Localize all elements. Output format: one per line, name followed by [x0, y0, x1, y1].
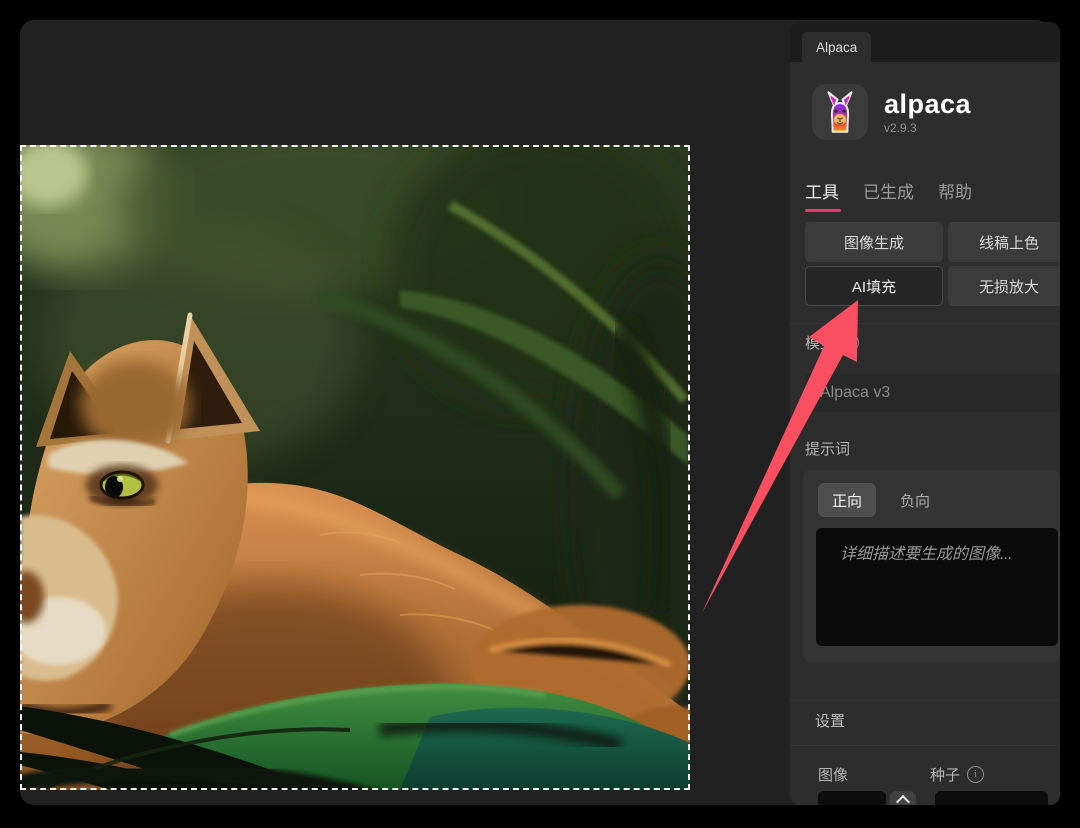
panel-tab-alpaca[interactable]: Alpaca [802, 32, 871, 62]
nav-tab-tools[interactable]: 工具 [805, 178, 839, 212]
button-lineart-coloring[interactable]: 线稿上色 [948, 222, 1060, 262]
section-divider [790, 745, 1060, 746]
seed-label-text: 种子 [930, 764, 960, 785]
app-version: v2.9.3 [884, 121, 971, 135]
active-tab-underline [805, 209, 841, 212]
model-select-value: Alpaca v3 [820, 384, 890, 402]
panel-body: alpaca v2.9.3 工具 已生成 帮助 图像生成 线稿上色 AI填充 无… [790, 62, 1060, 805]
model-label: 模型 i [805, 332, 859, 353]
tool-buttons: 图像生成 线稿上色 AI填充 无损放大 [805, 222, 1060, 306]
model-select[interactable]: Alpaca v3 [805, 374, 1060, 412]
app-title: alpaca [884, 90, 971, 118]
prompt-textarea[interactable] [816, 528, 1058, 646]
window-background: Alpaca [0, 0, 1080, 828]
model-info-icon[interactable]: i [842, 334, 859, 351]
nav-tab-generated[interactable]: 已生成 [863, 178, 914, 212]
document-canvas[interactable] [20, 145, 690, 790]
nav-tab-tools-label: 工具 [805, 183, 839, 202]
stepper-up-icon [896, 795, 910, 805]
section-divider [790, 700, 1060, 701]
prompt-card: 正向 负向 [803, 470, 1060, 662]
tab-positive-prompt[interactable]: 正向 [818, 483, 876, 517]
button-ai-fill[interactable]: AI填充 [805, 266, 943, 306]
plugin-panel: Alpaca [790, 22, 1060, 805]
seed-info-icon[interactable]: i [967, 766, 984, 783]
settings-header[interactable]: 设置 [815, 710, 845, 731]
alpaca-logo-icon [812, 84, 868, 140]
panel-tabbar: Alpaca [790, 22, 1060, 62]
image-count-stepper[interactable] [890, 791, 916, 805]
image-count-label: 图像 [818, 764, 848, 785]
button-lossless-upscale[interactable]: 无损放大 [948, 266, 1060, 306]
seed-label: 种子 i [930, 764, 984, 785]
prompt-label: 提示词 [805, 438, 850, 459]
app-header: alpaca v2.9.3 [812, 84, 971, 140]
canvas-artwork-cougar [20, 145, 690, 790]
model-label-text: 模型 [805, 332, 835, 353]
tab-negative-prompt[interactable]: 负向 [900, 483, 930, 517]
seed-input[interactable] [935, 791, 1048, 805]
section-divider [790, 323, 1060, 324]
nav-tab-help[interactable]: 帮助 [938, 178, 972, 212]
panel-nav: 工具 已生成 帮助 [805, 178, 972, 212]
button-image-generation[interactable]: 图像生成 [805, 222, 943, 262]
image-count-input[interactable] [818, 791, 886, 805]
